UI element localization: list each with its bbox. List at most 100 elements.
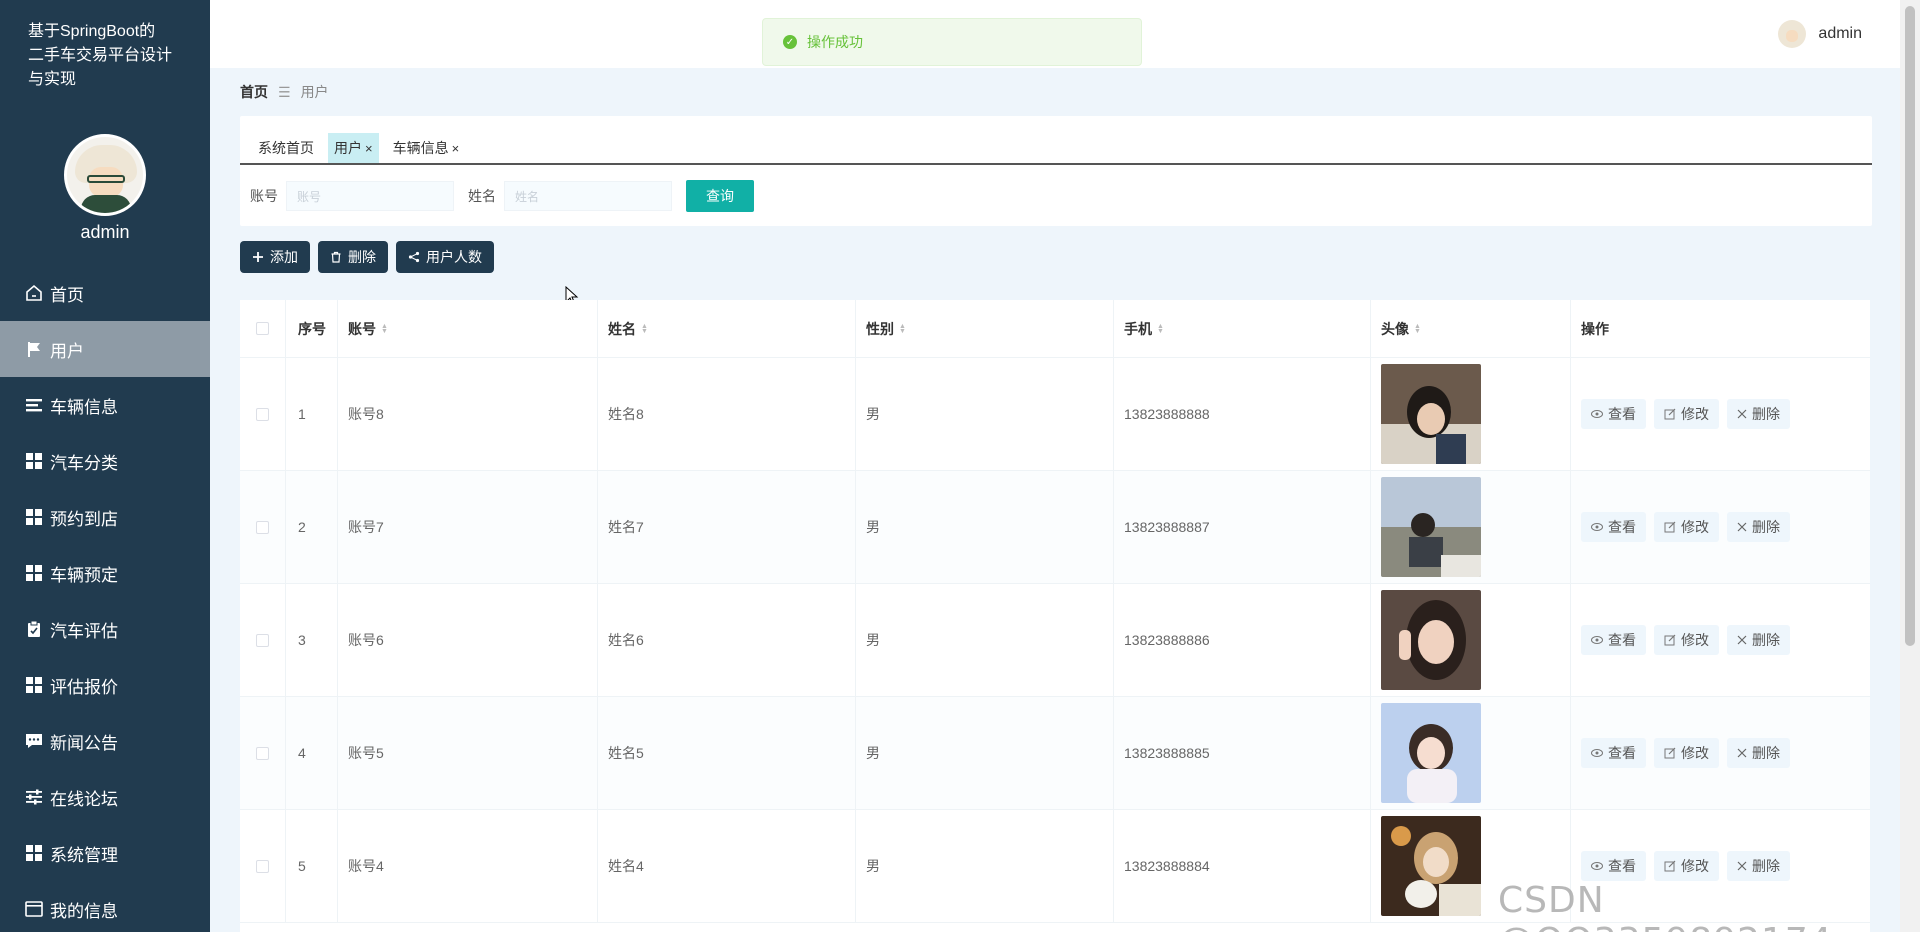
sidebar-item-profile[interactable]: 我的信息	[0, 881, 210, 932]
row-phone: 13823888885	[1124, 745, 1210, 761]
user-count-button[interactable]: 用户人数	[396, 241, 494, 273]
tab-vehicles[interactable]: 车辆信息 ×	[387, 133, 466, 163]
header-avatar[interactable]: 头像 ▲ ▼	[1371, 300, 1571, 357]
row-delete-button-label: 删除	[1752, 745, 1780, 761]
close-icon	[1737, 748, 1747, 758]
delete-button[interactable]: 删除	[318, 241, 388, 273]
edit-button[interactable]: 修改	[1654, 738, 1719, 768]
sidebar-item-quotes[interactable]: 评估报价	[0, 657, 210, 713]
edit-button-label: 修改	[1681, 632, 1709, 648]
view-button-label: 查看	[1608, 632, 1636, 648]
search-form: 账号 账号 姓名 姓名 查询	[250, 180, 754, 212]
sidebar-item-forum[interactable]: 在线论坛	[0, 769, 210, 825]
scrollbar-thumb[interactable]	[1905, 6, 1915, 646]
table-header: 序号 账号 ▲ ▼ 姓名 ▲ ▼ 性别 ▲ ▼ 手机 ▲ ▼ 头像 ▲ ▼ 操作	[240, 300, 1870, 358]
close-icon	[1737, 861, 1747, 871]
sidebar-item-users[interactable]: 用户	[0, 321, 210, 377]
edit-button[interactable]: 修改	[1654, 399, 1719, 429]
header-index: 序号	[286, 300, 338, 357]
header-index-label: 序号	[298, 320, 326, 337]
card-icon	[24, 899, 44, 919]
row-checkbox[interactable]	[256, 520, 269, 534]
add-button[interactable]: 添加	[240, 241, 310, 273]
header-gender[interactable]: 性别 ▲ ▼	[856, 300, 1114, 357]
tab-label: 车辆信息	[392, 140, 449, 156]
sort-icon[interactable]: ▲ ▼	[381, 323, 388, 335]
app-title-line3: 与实现	[28, 71, 77, 88]
header-name[interactable]: 姓名 ▲ ▼	[598, 300, 856, 357]
sidebar-item-reservations[interactable]: 车辆预定	[0, 545, 210, 601]
row-delete-button[interactable]: 删除	[1727, 851, 1790, 881]
row-checkbox[interactable]	[256, 746, 269, 760]
sidebar-item-label: 预约到店	[50, 509, 118, 529]
sidebar-item-evaluation[interactable]: 汽车评估	[0, 601, 210, 657]
row-delete-button[interactable]: 删除	[1727, 512, 1790, 542]
trash-icon	[330, 251, 342, 263]
page-scrollbar[interactable]	[1900, 0, 1920, 932]
sliders-icon	[24, 787, 44, 807]
sidebar-avatar	[64, 134, 146, 216]
edit-button[interactable]: 修改	[1654, 625, 1719, 655]
close-icon[interactable]: ×	[365, 141, 373, 156]
row-gender: 男	[866, 519, 880, 535]
sidebar-item-news[interactable]: 新闻公告	[0, 713, 210, 769]
tab-bar: 系统首页 用户 × 车辆信息 ×	[240, 133, 1872, 165]
sort-icon[interactable]: ▲ ▼	[1157, 323, 1164, 335]
sidebar-item-appointments[interactable]: 预约到店	[0, 489, 210, 545]
sidebar-item-label: 汽车分类	[50, 453, 118, 473]
row-checkbox[interactable]	[256, 633, 269, 647]
header-ops-label: 操作	[1581, 320, 1609, 337]
row-checkbox[interactable]	[256, 859, 269, 873]
row-checkbox[interactable]	[256, 407, 269, 421]
grid-icon	[24, 563, 44, 583]
sidebar-menu: 首页 用户 车辆信息 汽车分类 预约到店 车辆预定 汽车评估 评估报价 新闻公告…	[0, 265, 210, 932]
sort-icon[interactable]: ▲ ▼	[641, 323, 648, 335]
header-phone[interactable]: 手机 ▲ ▼	[1114, 300, 1371, 357]
view-button[interactable]: 查看	[1581, 738, 1646, 768]
view-button[interactable]: 查看	[1581, 399, 1646, 429]
row-gender: 男	[866, 406, 880, 422]
edit-button-label: 修改	[1681, 519, 1709, 535]
edit-button[interactable]: 修改	[1654, 851, 1719, 881]
header-username: admin	[1818, 25, 1862, 42]
sidebar-item-system[interactable]: 系统管理	[0, 825, 210, 881]
header-account[interactable]: 账号 ▲ ▼	[338, 300, 598, 357]
sidebar-item-home[interactable]: 首页	[0, 265, 210, 321]
row-account: 账号5	[348, 745, 384, 761]
view-button[interactable]: 查看	[1581, 512, 1646, 542]
avatar	[1778, 20, 1807, 48]
sort-icon[interactable]: ▲ ▼	[899, 323, 906, 335]
user-avatar-photo	[1381, 364, 1481, 464]
header-name-label: 姓名	[608, 320, 636, 337]
query-button[interactable]: 查询	[686, 180, 754, 212]
sidebar-item-categories[interactable]: 汽车分类	[0, 433, 210, 489]
row-index: 2	[298, 519, 306, 535]
sort-icon[interactable]: ▲ ▼	[1414, 323, 1421, 335]
row-delete-button[interactable]: 删除	[1727, 738, 1790, 768]
breadcrumb-home[interactable]: 首页	[240, 82, 268, 102]
tab-users[interactable]: 用户 ×	[328, 133, 379, 163]
table-row: 3 账号6 姓名6 男 13823888886 查看 修改 删除	[240, 584, 1870, 697]
sidebar-item-label: 系统管理	[50, 845, 118, 865]
action-bar: 添加 删除 用户人数	[240, 241, 502, 273]
close-icon[interactable]: ×	[452, 141, 460, 156]
tab-system-home[interactable]: 系统首页	[252, 133, 320, 163]
table-row: 2 账号7 姓名7 男 13823888887 查看 修改 删除	[240, 471, 1870, 584]
header-user[interactable]: admin	[1778, 20, 1862, 48]
select-all-cell	[240, 300, 286, 357]
account-input[interactable]: 账号	[286, 181, 454, 211]
view-button[interactable]: 查看	[1581, 625, 1646, 655]
row-account: 账号8	[348, 406, 384, 422]
name-input[interactable]: 姓名	[504, 181, 672, 211]
select-all-checkbox[interactable]	[256, 322, 269, 335]
view-button[interactable]: 查看	[1581, 851, 1646, 881]
sidebar-item-label: 在线论坛	[50, 789, 118, 809]
toast-message: 操作成功	[807, 34, 863, 50]
account-label: 账号	[250, 188, 278, 204]
sidebar-item-vehicles[interactable]: 车辆信息	[0, 377, 210, 433]
row-delete-button[interactable]: 删除	[1727, 399, 1790, 429]
row-delete-button[interactable]: 删除	[1727, 625, 1790, 655]
table-row: 1 账号8 姓名8 男 13823888888 查看 修改 删除	[240, 358, 1870, 471]
edit-button[interactable]: 修改	[1654, 512, 1719, 542]
edit-icon	[1664, 634, 1676, 646]
